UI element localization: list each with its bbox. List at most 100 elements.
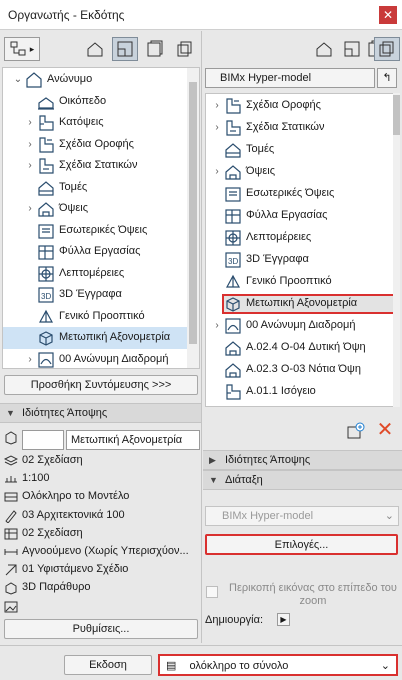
site-icon: [37, 93, 55, 111]
chevron-right-icon[interactable]: ›: [25, 349, 35, 369]
tab-publisher-right[interactable]: [374, 37, 400, 61]
left-scroll-thumb[interactable]: [189, 82, 197, 344]
view-properties-header[interactable]: ▼ Ιδιότητες Άποψης: [0, 403, 201, 423]
project-menu-button[interactable]: ▸: [4, 37, 40, 61]
left-scrollbar[interactable]: [187, 68, 199, 368]
view-property-row[interactable]: 03 Αρχιτεκτονικά 100: [0, 507, 200, 525]
chevron-down-icon: ⌄: [380, 660, 390, 672]
layout-header[interactable]: ▼ Διάταξη: [203, 470, 402, 490]
publisher-set-selector[interactable]: BIMx Hyper-model: [205, 68, 375, 88]
left-tree-item[interactable]: › Σχέδια Οροφής: [3, 134, 199, 156]
ceiling-plan-icon: [37, 136, 55, 154]
right-tree-item[interactable]: Γενικό Προοπτικό: [206, 271, 399, 293]
chevron-down-icon: ⌄: [384, 510, 394, 522]
right-tree-item[interactable]: A.01.1 Ισόγειο: [206, 381, 399, 403]
chevron-right-icon[interactable]: ›: [25, 112, 35, 134]
left-tree-item-label: Ανώνυμο: [47, 73, 93, 85]
left-tree-item[interactable]: Οικόπεδο: [3, 91, 199, 113]
left-tree-item-label: Φύλλα Εργασίας: [59, 245, 141, 257]
right-tree-item[interactable]: › 00 Ανώνυμη Διαδρομή: [206, 315, 399, 337]
chevron-right-icon[interactable]: ›: [212, 95, 222, 117]
left-tree-item[interactable]: Λεπτομέρειες: [3, 263, 199, 285]
add-shortcut-button[interactable]: Προσθήκη Συντόμευσης >>>: [4, 375, 198, 395]
right-tree-item[interactable]: 3D 3D Έγγραφα: [206, 249, 399, 271]
chevron-right-icon[interactable]: ›: [212, 315, 222, 337]
right-tree-item-label: Εσωτερικές Όψεις: [246, 187, 335, 199]
left-tree-item-label: 3D Έγγραφα: [59, 288, 122, 300]
view-properties-header-right[interactable]: ▶ Ιδιότητες Άποψης: [203, 450, 402, 470]
layout-book-icon: [147, 40, 163, 57]
right-tree-item[interactable]: Φύλλα Εργασίας: [206, 205, 399, 227]
view-property-row[interactable]: [0, 598, 200, 616]
publisher-set-label: BIMx Hyper-model: [220, 72, 312, 84]
right-tree-item-label: Μετωπική Αξονομετρία: [246, 297, 358, 309]
options-button[interactable]: Επιλογές...: [205, 534, 398, 555]
tab-publisher[interactable]: [172, 37, 198, 61]
crop-checkbox[interactable]: [206, 586, 218, 598]
view-property-row[interactable]: 3D Παράθυρο: [0, 579, 200, 597]
view-id-field[interactable]: [22, 430, 64, 450]
view-property-row[interactable]: Ολόκληρο το Μοντέλο: [0, 488, 200, 506]
left-tree-item[interactable]: Μετωπική Αξονομετρία: [3, 327, 199, 349]
view-property-row[interactable]: 02 Σχεδίαση: [0, 452, 200, 470]
view-name-field[interactable]: Μετωπική Αξονομετρία: [66, 430, 200, 450]
right-tree-item-label: A.02.3 O-03 Νότια Όψη: [246, 363, 361, 375]
tab-project-map[interactable]: [82, 37, 108, 61]
right-tree-item[interactable]: A.02.4 O-04 Δυτική Όψη: [206, 337, 399, 359]
chevron-right-icon[interactable]: ›: [25, 198, 35, 220]
chevron-right-icon[interactable]: ›: [25, 155, 35, 177]
left-tree-item[interactable]: › Σχέδια Στατικών: [3, 155, 199, 177]
publish-button[interactable]: Εκδοση: [64, 655, 152, 675]
tab-view-map[interactable]: [112, 37, 138, 61]
close-icon[interactable]: ✕: [379, 6, 397, 24]
tab-view-map-right[interactable]: [339, 37, 365, 61]
chevron-right-icon[interactable]: ›: [212, 117, 222, 139]
right-tree-item[interactable]: A.02.3 O-03 Νότια Όψη: [206, 359, 399, 381]
tab-project-map-right[interactable]: [311, 37, 337, 61]
ceiling-plan-icon: [224, 97, 242, 115]
interior-elevation-icon: [37, 222, 55, 240]
left-tree-item[interactable]: 3D 3D Έγγραφα: [3, 284, 199, 306]
3d-document-icon: 3D: [224, 251, 242, 269]
3d-window-icon: [4, 581, 18, 595]
chevron-right-icon[interactable]: ›: [25, 134, 35, 156]
right-scrollbar[interactable]: [393, 93, 400, 407]
view-property-row[interactable]: 01 Υφιστάμενο Σχέδιο: [0, 561, 200, 579]
delete-icon[interactable]: ✕: [375, 420, 395, 440]
right-tree-item[interactable]: Εσωτερικές Όψεις: [206, 183, 399, 205]
right-tree-item[interactable]: › Σχέδια Στατικών: [206, 117, 399, 139]
left-tree-item[interactable]: › Όψεις: [3, 198, 199, 220]
left-tree-item[interactable]: Εσωτερικές Όψεις: [3, 220, 199, 242]
right-tree-item-label: Λεπτομέρειες: [246, 231, 312, 243]
new-publisher-item-icon[interactable]: [346, 421, 366, 441]
right-scroll-thumb[interactable]: [393, 95, 400, 135]
view-property-row[interactable]: 1:100: [0, 470, 200, 488]
left-tree-item[interactable]: Γενικό Προοπτικό: [3, 306, 199, 328]
collapse-triangle-icon: ▼: [209, 475, 218, 485]
chevron-right-icon[interactable]: ›: [212, 161, 222, 183]
right-tree-item[interactable]: Λεπτομέρειες: [206, 227, 399, 249]
left-tree-item[interactable]: › 00 Ανώνυμη Διαδρομή: [3, 349, 199, 369]
chevron-down-icon[interactable]: ⌄: [13, 69, 23, 91]
publish-set-selector[interactable]: ▤ ολόκληρο το σύνολο ⌄: [158, 654, 398, 676]
left-tree-item-label: Γενικό Προοπτικό: [59, 309, 145, 322]
view-property-value: 02 Σχεδίαση: [22, 526, 83, 539]
right-tree-item[interactable]: › Σχέδια Οροφής: [206, 95, 399, 117]
view-property-row[interactable]: Αγνοούμενο (Χωρίς Υπερισχύον...: [0, 543, 200, 561]
right-tree-item[interactable]: Τομές: [206, 139, 399, 161]
left-tree-item[interactable]: Φύλλα Εργασίας: [3, 241, 199, 263]
view-properties-title-right: Ιδιότητες Άποψης: [225, 454, 311, 466]
left-tree-item[interactable]: › Κατόψεις: [3, 112, 199, 134]
up-level-icon[interactable]: ↰: [377, 68, 397, 88]
view-property-row[interactable]: 02 Σχεδίαση: [0, 525, 200, 543]
left-tree-item[interactable]: ⌄ Ανώνυμο: [3, 69, 199, 91]
tab-layout-book[interactable]: [142, 37, 168, 61]
create-arrow-icon[interactable]: ▶: [277, 613, 290, 626]
bottom-bar: Εκδοση ▤ ολόκληρο το σύνολο ⌄: [0, 645, 402, 680]
right-tree-item-label: A.02.4 O-04 Δυτική Όψη: [246, 341, 366, 353]
format-selector[interactable]: BIMx Hyper-model ⌄: [205, 506, 399, 526]
settings-button[interactable]: Ρυθμίσεις...: [4, 619, 198, 639]
right-tree-item[interactable]: Μετωπική Αξονομετρία: [206, 293, 399, 315]
right-tree-item[interactable]: › Όψεις: [206, 161, 399, 183]
left-tree-item[interactable]: Τομές: [3, 177, 199, 199]
